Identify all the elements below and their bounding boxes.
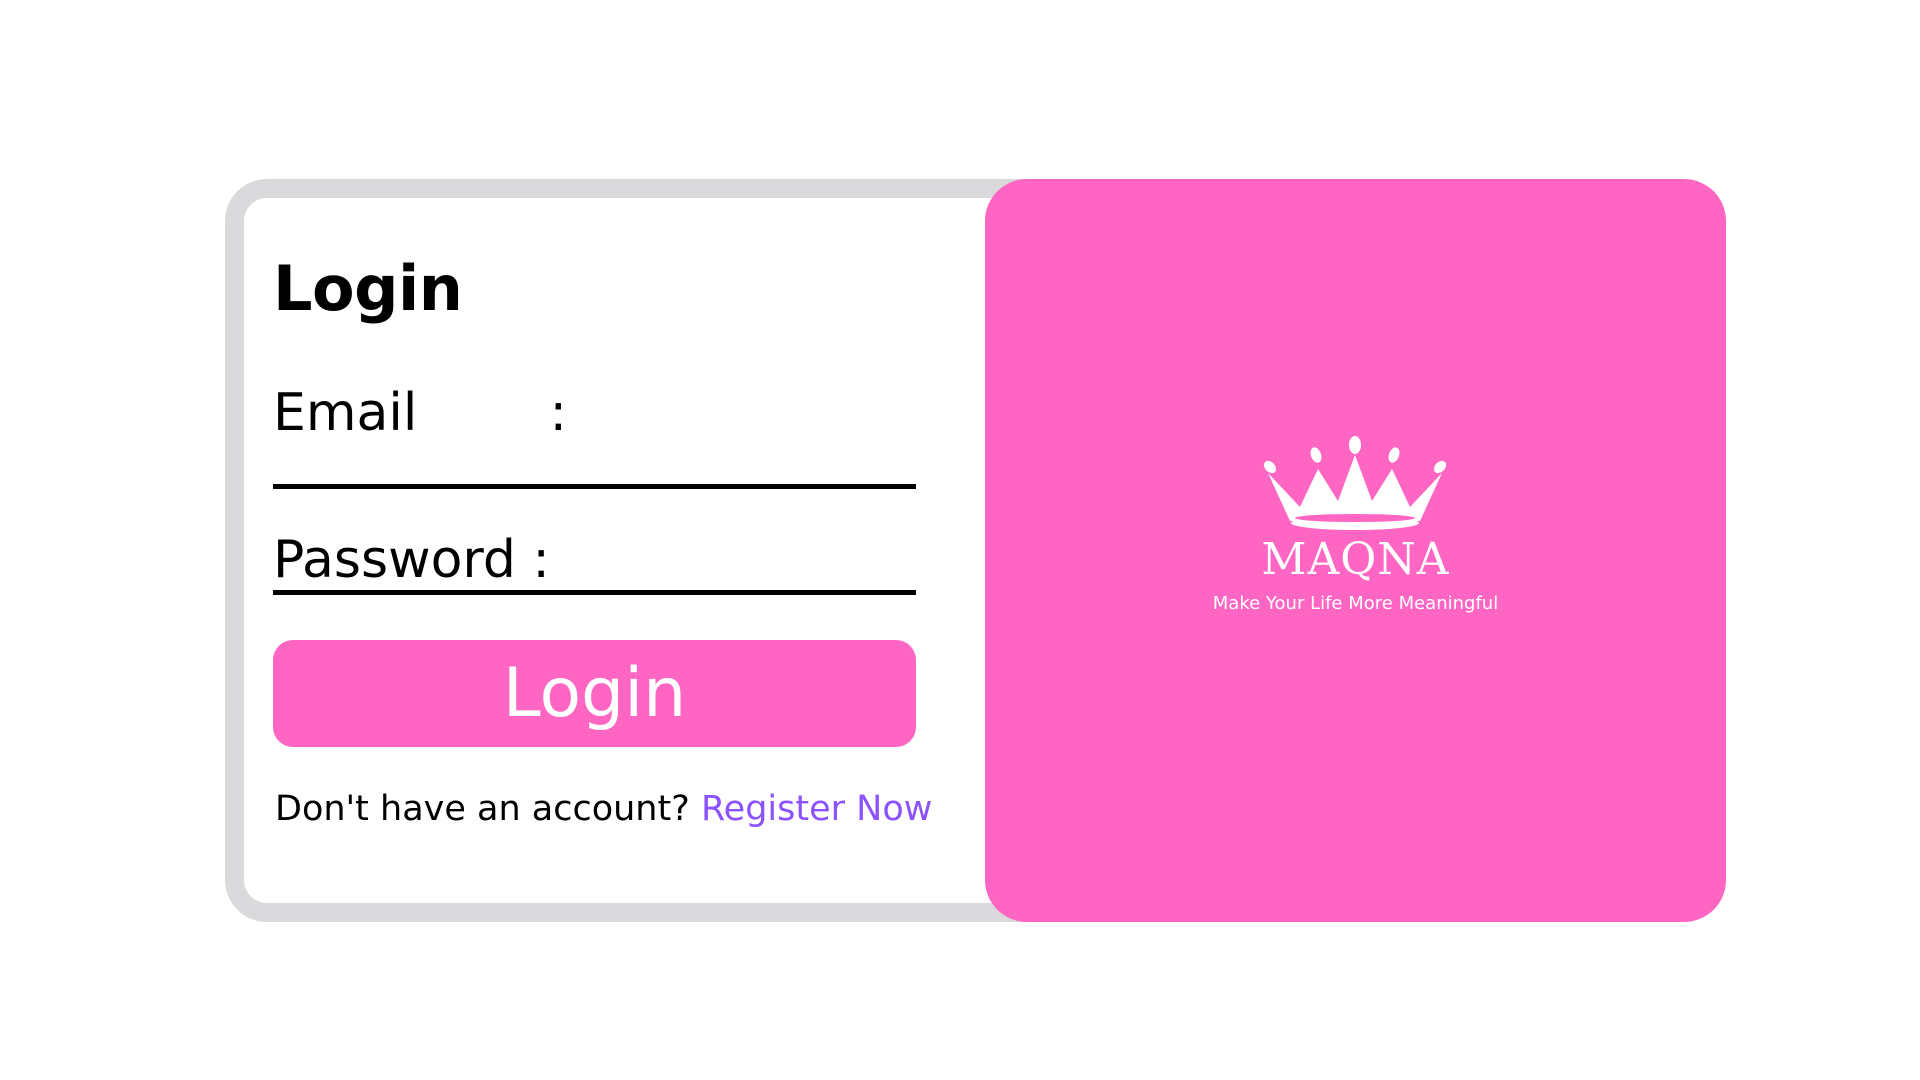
login-card: Login Email : Password : Login Don't hav… <box>225 179 1726 922</box>
email-label: Email : <box>273 383 568 443</box>
brand-name: MAQNA <box>1261 534 1450 585</box>
login-button[interactable]: Login <box>273 640 916 747</box>
register-prompt-text: Don't have an account? <box>275 789 690 829</box>
brand-panel: MAQNA Make Your Life More Meaningful <box>985 179 1726 922</box>
password-field[interactable] <box>273 543 916 595</box>
brand-tagline: Make Your Life More Meaningful <box>1212 593 1499 614</box>
email-field[interactable] <box>273 437 916 489</box>
register-now-link[interactable]: Register Now <box>701 789 932 829</box>
register-prompt: Don't have an account? Register Now <box>275 789 932 829</box>
login-form: Login Email : Password : Login Don't hav… <box>244 198 964 903</box>
crown-icon <box>1263 436 1447 530</box>
brand-logo: MAQNA Make Your Life More Meaningful <box>985 179 1726 922</box>
page-title: Login <box>273 252 463 325</box>
